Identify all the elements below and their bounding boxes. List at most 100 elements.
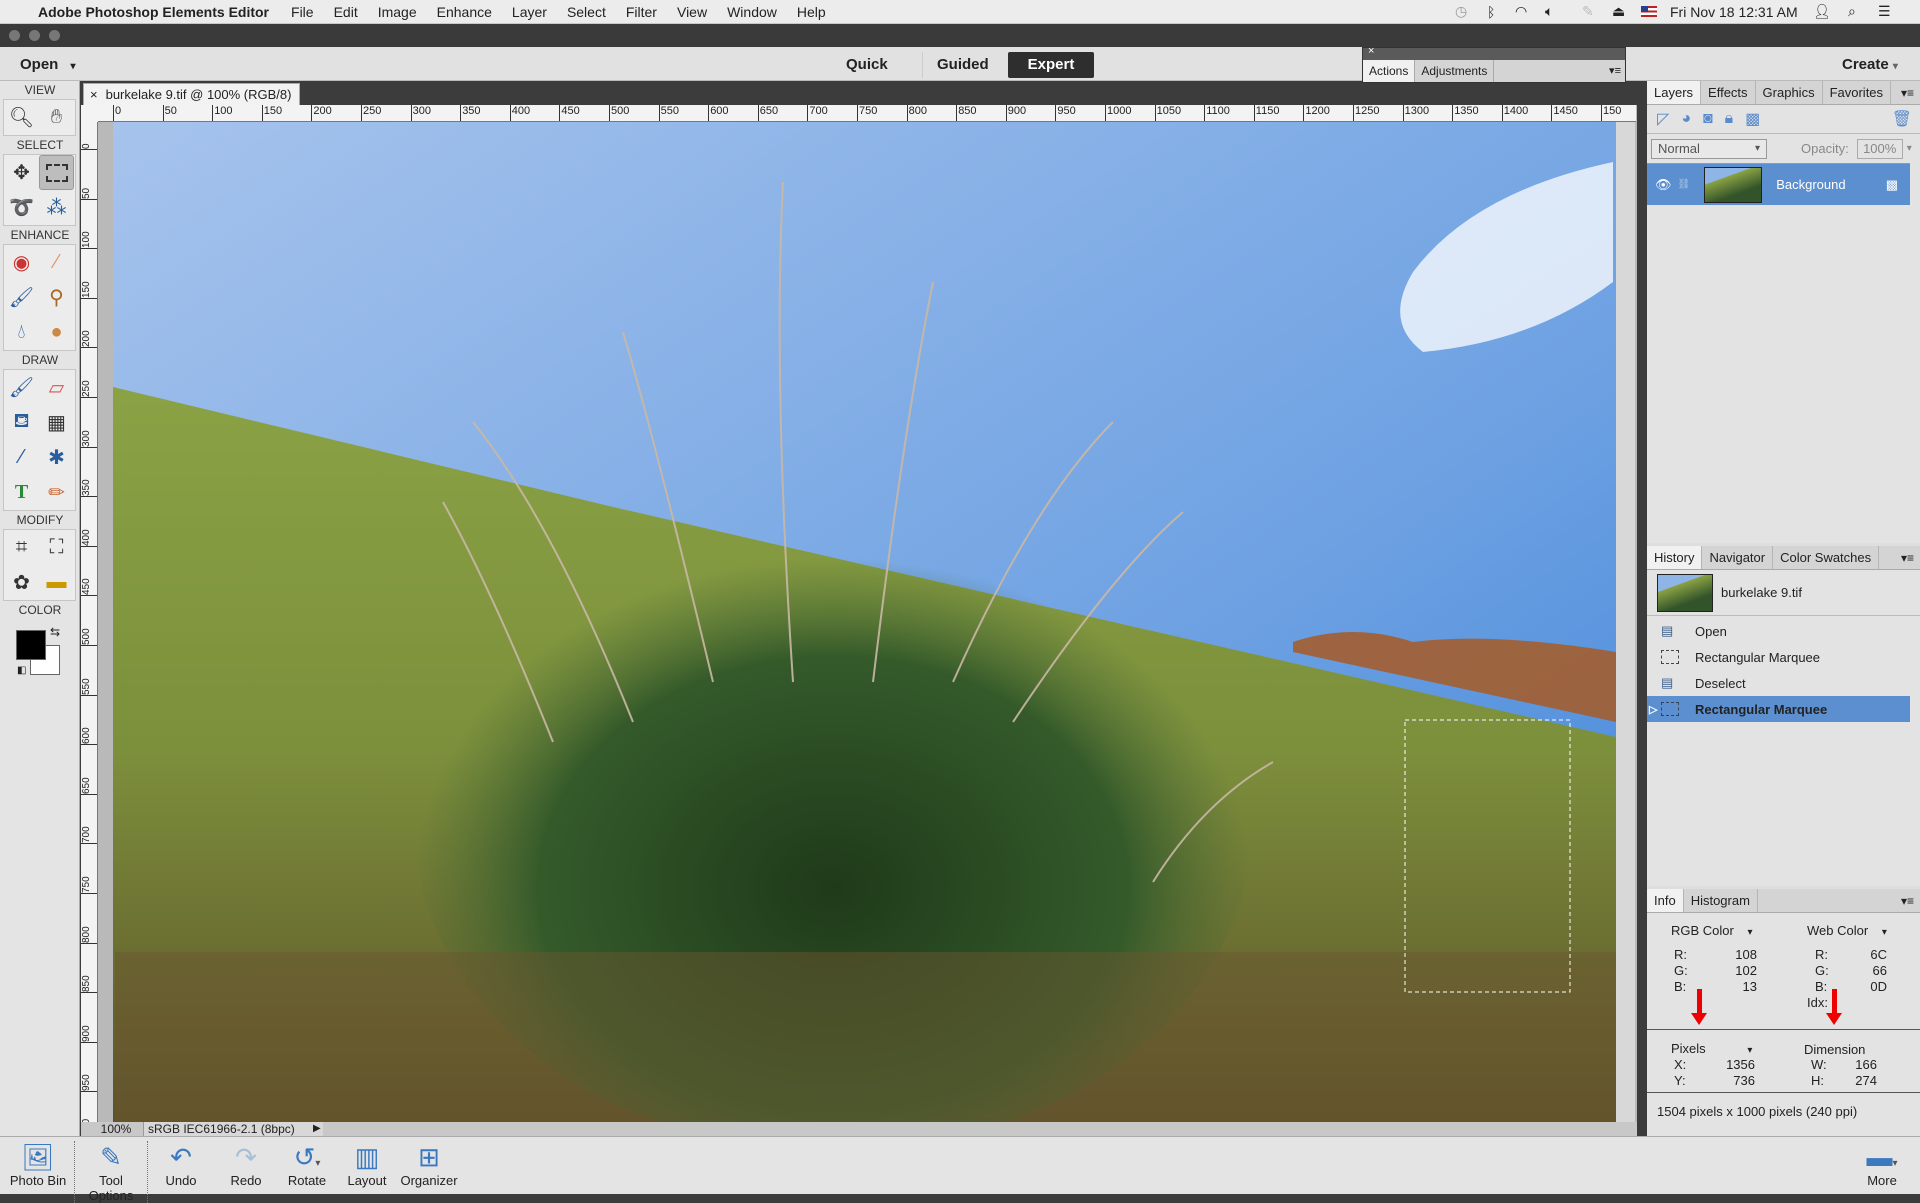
type-tool-icon[interactable]: T (4, 475, 39, 510)
tab-effects[interactable]: Effects (1701, 81, 1756, 104)
color-mode-2-select[interactable]: Web Color ▾ (1807, 923, 1887, 938)
eraser-tool-icon[interactable]: ▱ (39, 370, 74, 405)
smart-brush-tool-icon[interactable]: 🖌︎ (4, 280, 39, 315)
move-tool-icon[interactable]: ✥ (4, 155, 39, 190)
status-menu-arrow-icon[interactable]: ▶ (313, 1122, 321, 1136)
menu-window[interactable]: Window (727, 4, 777, 20)
mode-quick-tab[interactable]: Quick (832, 52, 902, 78)
lock-transparency-icon[interactable]: ▩ (1745, 109, 1760, 129)
menu-image[interactable]: Image (378, 4, 417, 20)
tab-actions[interactable]: Actions (1363, 60, 1416, 82)
rotate-button[interactable]: ↺▾ Rotate (284, 1141, 330, 1188)
menu-filter[interactable]: Filter (626, 4, 657, 20)
tab-history[interactable]: History (1647, 546, 1703, 569)
sponge-tool-icon[interactable]: ● (39, 315, 74, 350)
tab-histogram[interactable]: Histogram (1684, 889, 1758, 912)
flag-icon[interactable] (1641, 6, 1657, 17)
tool-options-button[interactable]: ✎ Tool Options (74, 1141, 148, 1203)
history-snapshot[interactable]: burkelake 9.tif (1647, 570, 1920, 616)
eyedropper-tool-icon[interactable]: ⁄ (4, 440, 39, 475)
menu-select[interactable]: Select (567, 4, 606, 20)
organizer-button[interactable]: ⊞ Organizer (398, 1141, 460, 1188)
swap-colors-icon[interactable]: ⇆ (50, 625, 60, 639)
paint-bucket-tool-icon[interactable]: ⛾ (4, 405, 39, 440)
lasso-tool-icon[interactable]: ➰ (4, 190, 39, 225)
new-layer-icon[interactable]: ◸ (1657, 109, 1669, 129)
crop-tool-icon[interactable]: ⌗ (4, 530, 39, 565)
tab-navigator[interactable]: Navigator (1702, 546, 1774, 569)
red-eye-tool-icon[interactable]: ◉ (4, 245, 39, 280)
default-colors-icon[interactable]: ◧ (17, 665, 26, 676)
spot-healing-tool-icon[interactable]: ⁄ (39, 245, 74, 280)
history-step[interactable]: ▤ Deselect (1647, 670, 1920, 696)
panel-menu-icon[interactable]: ▾≡ (1901, 81, 1914, 105)
opacity-dropdown-icon[interactable]: ▾ (1907, 143, 1912, 154)
photo-bin-button[interactable]: 🖼︎ Photo Bin (8, 1141, 68, 1188)
app-name[interactable]: Adobe Photoshop Elements Editor (38, 4, 269, 20)
open-button[interactable]: Open ▾ (6, 52, 90, 78)
user-icon[interactable]: 👤︎ (1813, 3, 1831, 20)
minimize-window-button[interactable] (29, 30, 40, 41)
blend-mode-select[interactable]: Normal ▾ (1651, 138, 1767, 159)
menu-layer[interactable]: Layer (512, 4, 547, 20)
tab-layers[interactable]: Layers (1647, 81, 1702, 104)
brush-tool-icon[interactable]: 🖌︎ (4, 370, 39, 405)
image-canvas[interactable] (113, 122, 1616, 1122)
volume-icon[interactable]: 🔈︎ (1545, 3, 1553, 20)
search-icon[interactable]: ⌕ (1848, 3, 1856, 20)
clone-stamp-tool-icon[interactable]: ⚲ (39, 280, 74, 315)
layer-row-background[interactable]: 👁︎ ⛓ Background ▩ (1647, 163, 1910, 205)
custom-shape-tool-icon[interactable]: ✱ (39, 440, 74, 475)
close-document-icon[interactable]: × (90, 87, 98, 102)
quick-selection-tool-icon[interactable]: ⁂ (39, 190, 74, 225)
visibility-eye-icon[interactable]: 👁︎ (1655, 177, 1672, 193)
foreground-color-swatch[interactable] (16, 630, 46, 660)
panel-menu-icon[interactable]: ▾≡ (1609, 60, 1621, 82)
layer-mask-icon[interactable]: ◙ (1703, 110, 1713, 128)
opacity-input[interactable]: 100% (1856, 138, 1903, 159)
color-mode-1-select[interactable]: RGB Color ▾ (1671, 923, 1753, 938)
hand-tool-icon[interactable]: ✋︎ (39, 100, 74, 135)
pen-icon[interactable]: ✎ (1582, 3, 1594, 20)
adjustment-layer-icon[interactable]: ◕ (1681, 110, 1691, 128)
bluetooth-icon[interactable]: ᛒ (1487, 4, 1495, 20)
menu-enhance[interactable]: Enhance (437, 4, 492, 20)
menu-view[interactable]: View (677, 4, 707, 20)
clock[interactable]: Fri Nov 18 12:31 AM (1670, 4, 1798, 20)
more-button[interactable]: ▬▾ More (1862, 1141, 1902, 1188)
menu-help[interactable]: Help (797, 4, 826, 20)
undo-button[interactable]: ↶ Undo (160, 1141, 202, 1188)
blur-tool-icon[interactable]: 💧︎ (4, 315, 39, 350)
delete-layer-icon[interactable]: 🗑︎ (1892, 109, 1912, 129)
history-step[interactable]: ▤ Open (1647, 618, 1920, 644)
zoom-tool-icon[interactable]: 🔍︎ (4, 100, 39, 135)
straighten-tool-icon[interactable]: ▬ (39, 565, 74, 600)
layer-name[interactable]: Background (1776, 177, 1845, 192)
notification-list-icon[interactable]: ☰ (1878, 3, 1891, 20)
menu-edit[interactable]: Edit (334, 4, 358, 20)
tab-graphics[interactable]: Graphics (1756, 81, 1823, 104)
create-button[interactable]: Create ▾ (1828, 52, 1912, 78)
time-machine-icon[interactable]: ◷ (1455, 3, 1467, 20)
history-step[interactable]: Rectangular Marquee (1647, 644, 1920, 670)
tab-color-swatches[interactable]: Color Swatches (1773, 546, 1880, 569)
gradient-tool-icon[interactable]: ▦ (39, 405, 74, 440)
panel-menu-icon[interactable]: ▾≡ (1901, 546, 1914, 570)
document-tab[interactable]: ×burkelake 9.tif @ 100% (RGB/8) * (83, 83, 300, 123)
recompose-tool-icon[interactable]: ⛶ (39, 530, 74, 565)
tab-favorites[interactable]: Favorites (1823, 81, 1892, 104)
close-window-button[interactable] (9, 30, 20, 41)
close-panel-icon[interactable]: × (1368, 45, 1374, 57)
zoom-level[interactable]: 100% (91, 1122, 141, 1136)
vertical-scrollbar[interactable] (1616, 122, 1635, 1122)
zoom-window-button[interactable] (49, 30, 60, 41)
units-select[interactable]: Pixels ▾ (1671, 1041, 1752, 1056)
panel-menu-icon[interactable]: ▾≡ (1901, 889, 1914, 913)
ruler-origin[interactable] (81, 105, 98, 122)
eject-icon[interactable]: ⏏ (1612, 3, 1625, 20)
content-aware-move-tool-icon[interactable]: ✿ (4, 565, 39, 600)
wifi-icon[interactable]: ◠ (1515, 3, 1527, 20)
pencil-tool-icon[interactable]: ✏︎ (39, 475, 74, 510)
layout-button[interactable]: ▥ Layout (345, 1141, 389, 1188)
horizontal-ruler[interactable]: 0 50 100 150 200 250 300 350 400 450 500 550 600 650 7… (98, 105, 1636, 122)
